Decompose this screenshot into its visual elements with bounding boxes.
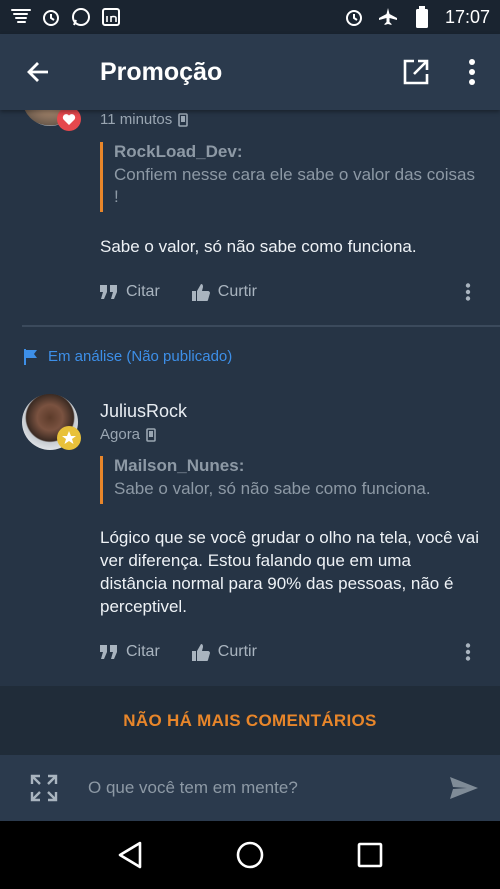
thumbs-up-icon: [191, 643, 210, 661]
quote-author: Mailson_Nunes:: [114, 456, 245, 475]
star-icon: [57, 426, 81, 450]
clock: 17:07: [444, 6, 490, 27]
quote-icon: [100, 285, 117, 299]
quote-label: Citar: [126, 643, 160, 660]
recents-square-icon: [357, 842, 383, 868]
expand-composer-button[interactable]: [0, 755, 88, 821]
moderation-notice: Em análise (Não publicado): [24, 348, 232, 365]
comment-time: Agora: [100, 426, 141, 443]
comment-composer: [0, 755, 500, 821]
comment-time: 11 minutos: [100, 111, 173, 128]
open-external-button[interactable]: [388, 44, 444, 100]
tornado-icon: [10, 6, 32, 28]
heart-icon: [57, 110, 81, 131]
quote-label: Citar: [126, 283, 160, 300]
like-button[interactable]: Curtir: [191, 643, 257, 661]
alarm-icon: [343, 6, 365, 28]
whatsapp-icon: [70, 6, 92, 28]
thumbs-up-icon: [191, 283, 210, 301]
nav-recents-button[interactable]: [342, 827, 398, 883]
comment-actions: Citar Curtir: [100, 637, 480, 667]
comments-list[interactable]: 11 minutos RockLoad_Dev: Confiem nesse c…: [0, 110, 500, 686]
airplane-mode-icon: [377, 6, 399, 28]
comment-item: JuliusRock Agora Mailson_Nunes: Sabe o v…: [0, 392, 500, 682]
send-button[interactable]: [428, 755, 500, 821]
comment-more-button[interactable]: [456, 640, 480, 664]
moderation-label: Em análise (Não publicado): [48, 348, 233, 365]
back-triangle-icon: [118, 841, 142, 869]
linkedin-icon: [100, 6, 122, 28]
more-vert-icon: [465, 283, 471, 301]
comment-input[interactable]: [88, 768, 428, 808]
quote-author: RockLoad_Dev:: [114, 142, 243, 161]
nav-home-button[interactable]: [222, 827, 278, 883]
comment-meta: 11 minutos: [100, 111, 189, 128]
no-more-comments: NÃO HÁ MAIS COMENTÁRIOS: [0, 686, 500, 755]
quote-block: RockLoad_Dev: Confiem nesse cara ele sab…: [100, 142, 480, 212]
comment-item: 11 minutos RockLoad_Dev: Confiem nesse c…: [0, 110, 500, 320]
app-bar: Promoção: [0, 34, 500, 110]
nav-back-button[interactable]: [102, 827, 158, 883]
mobile-device-icon: [146, 427, 156, 442]
comment-more-button[interactable]: [456, 280, 480, 304]
more-vert-icon: [465, 643, 471, 661]
more-options-button[interactable]: [444, 44, 500, 100]
quote-text: Sabe o valor, só não sabe como funciona.: [114, 479, 431, 498]
comment-actions: Citar Curtir: [100, 277, 480, 307]
home-circle-icon: [236, 841, 264, 869]
fullscreen-icon: [30, 774, 58, 802]
quote-button[interactable]: Citar: [100, 643, 160, 661]
system-nav-bar: [0, 821, 500, 889]
divider: [22, 325, 500, 327]
status-bar: 17:07: [0, 0, 500, 34]
open-external-icon: [403, 59, 429, 85]
like-label: Curtir: [217, 643, 257, 660]
quote-text: Confiem nesse cara ele sabe o valor das …: [114, 165, 475, 206]
back-button[interactable]: [0, 34, 76, 110]
quote-button[interactable]: Citar: [100, 283, 160, 301]
comment-username[interactable]: JuliusRock: [100, 401, 187, 422]
battery-icon: [411, 6, 433, 28]
comment-body: Lógico que se você grudar o olho na tela…: [100, 528, 479, 616]
flag-icon: [24, 348, 37, 365]
send-icon: [450, 777, 478, 799]
comment-meta: Agora: [100, 426, 156, 443]
quote-icon: [100, 645, 117, 659]
comment-body: Sabe o valor, só não sabe como funciona.: [100, 237, 417, 256]
back-arrow-icon: [27, 62, 48, 82]
mobile-device-icon: [178, 112, 189, 127]
page-title: Promoção: [100, 57, 223, 86]
more-vert-icon: [469, 59, 475, 85]
like-label: Curtir: [217, 283, 257, 300]
alarm-icon: [40, 6, 62, 28]
like-button[interactable]: Curtir: [191, 283, 257, 301]
quote-block: Mailson_Nunes: Sabe o valor, só não sabe…: [100, 456, 480, 504]
